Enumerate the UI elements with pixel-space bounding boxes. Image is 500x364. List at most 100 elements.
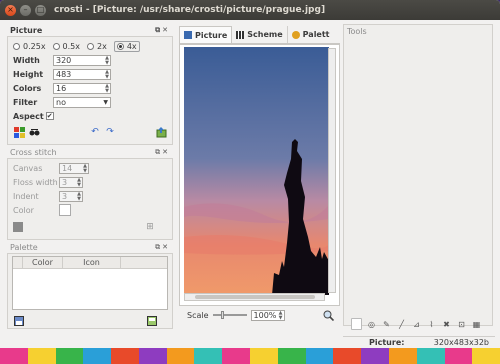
spin-arrows-icon[interactable]: ▲ ▼ <box>105 83 109 94</box>
spin-arrows-icon[interactable]: ▲ ▼ <box>77 177 81 188</box>
indent-label: Indent <box>13 191 39 201</box>
spin-arrows-icon[interactable]: ▲ ▼ <box>77 191 81 202</box>
indent-spinbox[interactable]: 3 ▲ ▼ <box>59 190 83 202</box>
grid-icon[interactable]: ▦ <box>471 318 482 330</box>
spin-arrows-icon[interactable]: ▲ ▼ <box>279 310 283 321</box>
line-icon[interactable]: ╱ <box>396 318 407 330</box>
target-icon[interactable]: ◎ <box>366 318 377 330</box>
panel-float-close-icons[interactable]: ⧉✕ <box>155 243 170 252</box>
scale-label: Scale <box>187 310 209 320</box>
picture-panel-title: Picture <box>10 25 43 35</box>
height-label: Height <box>13 69 44 79</box>
palette-col-color[interactable]: Color <box>23 257 63 268</box>
eraser-icon[interactable]: ✖ <box>441 318 452 330</box>
slider-knob[interactable] <box>220 311 224 319</box>
horizontal-scrollbar[interactable] <box>184 293 325 301</box>
panel-float-close-icons[interactable]: ⧉✕ <box>155 26 170 35</box>
undo-icon[interactable]: ↶ <box>89 126 101 138</box>
fill-icon[interactable]: ⊿ <box>411 318 422 330</box>
height-row: Height 483 ▲ ▼ <box>8 67 172 81</box>
filter-select[interactable]: no ▼ <box>53 96 111 108</box>
spin-arrows-icon[interactable]: ▲ ▼ <box>83 163 87 174</box>
tools-toolbar: ◎ ✎ ╱ ⊿ ⌇ ✖ ⊡ ▦ <box>351 318 486 330</box>
tab-palette[interactable]: Palett <box>288 26 334 43</box>
palette-table[interactable]: Color Icon <box>12 256 168 310</box>
glasses-icon[interactable] <box>28 126 40 138</box>
palette-title: Palette <box>10 242 38 252</box>
spin-arrows-icon[interactable]: ▲ ▼ <box>105 55 109 66</box>
color-swatch[interactable] <box>59 204 71 216</box>
color-box-icon[interactable] <box>351 318 362 330</box>
cross-stitch-actions: ⊞ <box>8 220 172 234</box>
save-palette-icon[interactable] <box>13 315 25 327</box>
prague-picture <box>184 47 329 295</box>
palette-panel: Palette ⧉✕ Color Icon <box>7 241 173 329</box>
width-label: Width <box>13 55 40 65</box>
scroll-thumb[interactable] <box>195 295 315 299</box>
canvas-row: Canvas 14 ▲ ▼ <box>8 161 172 175</box>
center-area: Picture Scheme Palett Scale 100% ▲ ▼ <box>179 26 340 326</box>
panel-float-close-icons[interactable]: ⧉✕ <box>155 148 170 157</box>
status-value: 320x483x32b <box>433 338 489 347</box>
colors-row: Colors 16 ▲ ▼ <box>8 81 172 95</box>
indent-row: Indent 3 ▲ ▼ <box>8 189 172 203</box>
colors-label: Colors <box>13 83 42 93</box>
zoom-icon[interactable] <box>322 309 334 321</box>
tab-scheme[interactable]: Scheme <box>232 26 288 43</box>
cross-stitch-header: Cross stitch ⧉✕ <box>7 146 173 158</box>
canvas-spinbox[interactable]: 14 ▲ ▼ <box>59 162 89 174</box>
palette-tab-icon <box>291 30 300 39</box>
picture-panel-header: Picture ⧉✕ <box>7 24 173 36</box>
export-palette-icon[interactable] <box>146 315 158 327</box>
grid-pattern-icon[interactable] <box>13 222 23 232</box>
picture-panel: Picture ⧉✕ 0.25x 0.5x 2x 4x Width 320 ▲ ▼ … <box>7 24 173 145</box>
canvas-label: Canvas <box>13 163 43 173</box>
select-icon[interactable]: ⊡ <box>456 318 467 330</box>
filter-row: Filter no ▼ <box>8 95 172 109</box>
width-spinbox[interactable]: 320 ▲ ▼ <box>53 54 111 66</box>
titlebar: × – □ crosti - [Picture: /usr/share/cros… <box>0 0 500 20</box>
radio-icon <box>87 42 95 50</box>
colors-spinbox[interactable]: 16 ▲ ▼ <box>53 82 111 94</box>
export-icon[interactable]: ⊞ <box>144 221 156 233</box>
spin-arrows-icon[interactable]: ▲ ▼ <box>105 69 109 80</box>
cross-stitch-title: Cross stitch <box>10 147 57 157</box>
tools-title: Tools <box>347 26 367 36</box>
color-row: Color <box>8 203 172 217</box>
picture-canvas[interactable] <box>179 44 340 306</box>
scale-radio-4[interactable]: 4x <box>113 40 140 52</box>
tab-picture[interactable]: Picture <box>179 26 233 43</box>
scale-radio-2[interactable]: 2x <box>87 42 107 51</box>
scale-spinbox[interactable]: 100% ▲ ▼ <box>250 309 285 321</box>
scheme-icon <box>236 30 245 39</box>
tools-header: Tools <box>344 25 492 37</box>
floss-row: Floss width 3 ▲ ▼ <box>8 175 172 189</box>
left-dock: Picture ⧉✕ 0.25x 0.5x 2x 4x Width 320 ▲ ▼ … <box>7 24 173 329</box>
height-spinbox[interactable]: 483 ▲ ▼ <box>53 68 111 80</box>
floss-spinbox[interactable]: 3 ▲ ▼ <box>59 176 83 188</box>
picture-icon <box>184 31 192 39</box>
export-icon[interactable] <box>155 126 167 138</box>
scale-radio-025[interactable]: 0.25x <box>13 42 46 51</box>
pencil-icon[interactable]: ✎ <box>381 318 392 330</box>
redo-icon[interactable]: ↷ <box>104 126 116 138</box>
palette-col-icon[interactable]: Icon <box>63 257 121 268</box>
picture-actions: ↶ ↷ <box>8 125 172 139</box>
window-title: crosti - [Picture: /usr/share/crosti/pic… <box>54 5 326 15</box>
minimize-window-button[interactable]: – <box>20 4 31 16</box>
cross-stitch-panel: Cross stitch ⧉✕ Canvas 14 ▲ ▼ Floss width … <box>7 146 173 240</box>
tools-panel: Tools ◎ ✎ ╱ ⊿ ⌇ ✖ ⊡ ▦ <box>343 24 493 330</box>
brush-icon[interactable]: ⌇ <box>426 318 437 330</box>
aspect-checkbox[interactable]: ✔ <box>45 112 54 120</box>
maximize-window-button[interactable]: □ <box>35 4 46 16</box>
vertical-scrollbar[interactable] <box>328 48 336 293</box>
app-window: × – □ crosti - [Picture: /usr/share/cros… <box>0 0 500 348</box>
aspect-label: Aspect <box>13 111 44 121</box>
palette-icon[interactable] <box>13 126 25 138</box>
scale-slider[interactable] <box>212 311 247 319</box>
scale-radio-05[interactable]: 0.5x <box>52 42 80 51</box>
close-window-button[interactable]: × <box>5 4 16 16</box>
color-label: Color <box>13 205 34 215</box>
status-bar: Picture: 320x483x32b <box>343 336 495 348</box>
width-row: Width 320 ▲ ▼ <box>8 53 172 67</box>
